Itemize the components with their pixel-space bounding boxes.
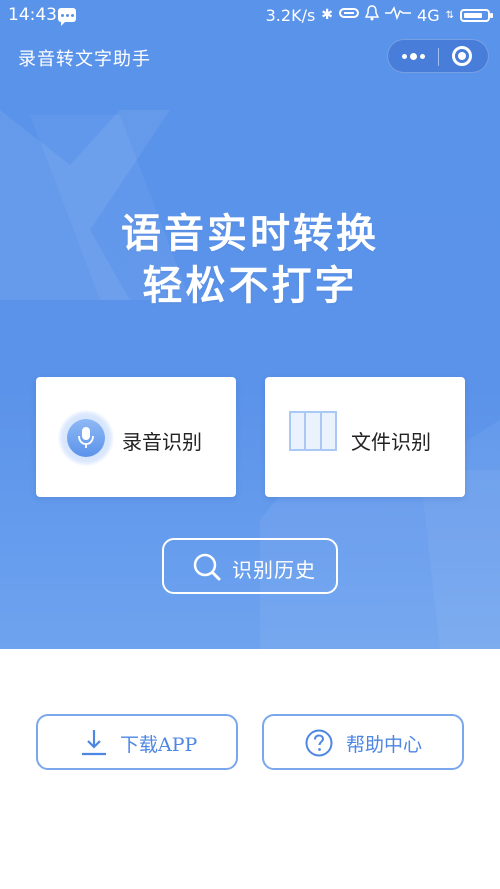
message-notification-icon [58,8,76,26]
network-speed: 3.2K/s [265,5,316,25]
search-icon [193,553,221,581]
recognition-history-label: 识别历史 [232,558,316,582]
status-bar: 14:43 3.2K/s ✱ 4G ⇅ [0,0,500,32]
download-icon [82,730,106,756]
status-time: 14:43 [8,5,57,25]
file-recognition-label: 文件识别 [351,430,431,454]
download-app-button[interactable]: 下载APP [36,714,238,770]
bell-icon [364,5,380,25]
headline-line-1: 语音实时转换 [121,211,379,257]
download-app-label: 下载APP [120,734,198,756]
battery-icon [460,8,493,22]
headline: 语音实时转换 轻松不打字 [0,208,500,312]
file-columns-icon [289,411,337,451]
mini-program-capsule [387,39,489,73]
microphone-icon [67,419,105,457]
close-mini-program-icon[interactable] [452,46,472,66]
record-recognition-label: 录音识别 [122,430,202,454]
file-recognition-card[interactable]: 文件识别 [265,377,465,497]
network-type: 4G [417,5,440,25]
link-icon [339,7,360,23]
microphone-icon-halo [58,410,114,466]
help-center-button[interactable]: 帮助中心 [262,714,464,770]
help-question-icon [305,729,333,757]
headline-line-2: 轻松不打字 [142,263,358,309]
signal-wave-icon [385,6,412,24]
help-center-label: 帮助中心 [346,734,423,756]
recognition-history-button[interactable]: 识别历史 [162,538,338,594]
more-options-icon[interactable] [400,40,430,72]
bluetooth-icon: ✱ [321,7,334,23]
data-arrows-icon: ⇅ [445,9,454,21]
capsule-divider [438,48,439,66]
app-title: 录音转文字助手 [18,49,151,70]
record-recognition-card[interactable]: 录音识别 [36,377,236,497]
